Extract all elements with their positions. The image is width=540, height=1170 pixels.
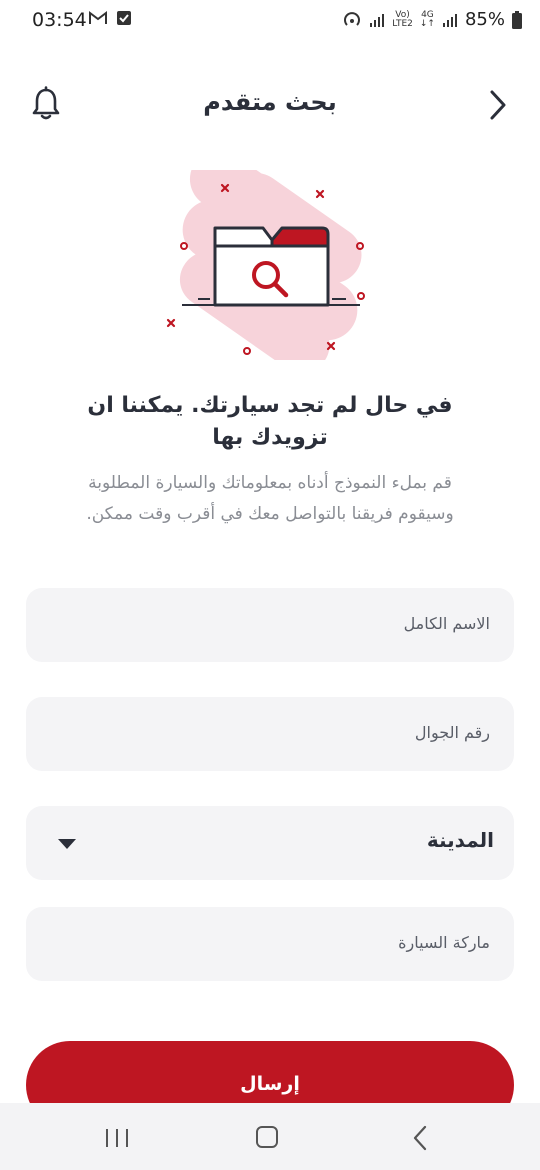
app-header: بحث متقدم (0, 70, 540, 140)
headline-text: في حال لم تجد سيارتك. يمكننا ان تزويدك ب… (87, 393, 453, 450)
chevron-back-icon[interactable] (486, 88, 510, 122)
mobile-number-field[interactable]: رقم الجوال (26, 697, 514, 771)
data-type-indicator: 4G ↓↑ (419, 9, 435, 29)
car-brand-placeholder: ماركة السيارة (398, 933, 490, 952)
city-select-value: المدينة (426, 828, 494, 852)
back-nav-icon[interactable] (410, 1125, 430, 1151)
signal-icon-2 (442, 13, 457, 27)
full-name-field[interactable]: الاسم الكامل (26, 588, 514, 662)
volte-indicator: Vo) LTE2 (392, 9, 413, 29)
recent-apps-icon[interactable] (104, 1127, 130, 1149)
full-name-placeholder: الاسم الكامل (403, 614, 490, 633)
city-select[interactable]: المدينة (26, 806, 514, 880)
status-bar: 03:54 Vo) LTE2 4G ↓↑ 85% (0, 0, 540, 42)
dropdown-caret-icon (58, 839, 76, 849)
folder-search-illustration (166, 170, 365, 360)
home-icon[interactable] (256, 1126, 278, 1148)
car-brand-field[interactable]: ماركة السيارة (26, 907, 514, 981)
gmail-icon (89, 11, 107, 24)
hotspot-icon (344, 11, 361, 26)
battery-percent: 85% (464, 9, 505, 30)
signal-icon (370, 13, 385, 27)
status-time: 03:54 (32, 9, 87, 31)
checkbox-notification-icon (117, 11, 131, 25)
battery-icon (512, 10, 522, 29)
description-text: قم بملء النموذج أدناه بمعلوماتك والسيارة… (86, 473, 454, 524)
system-navigation-bar (0, 1103, 540, 1170)
mobile-number-placeholder: رقم الجوال (414, 723, 490, 742)
page-title: بحث متقدم (203, 88, 337, 116)
